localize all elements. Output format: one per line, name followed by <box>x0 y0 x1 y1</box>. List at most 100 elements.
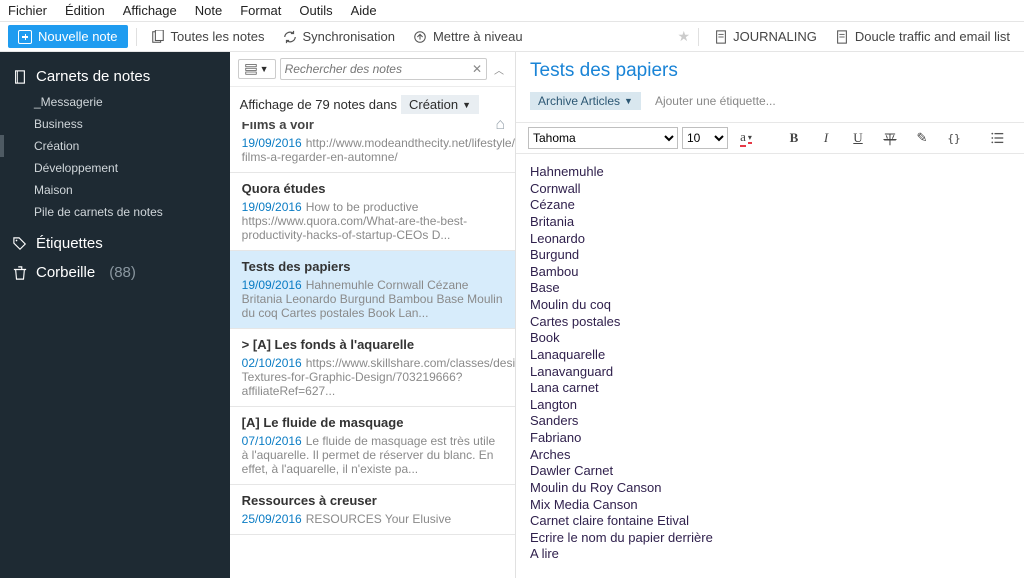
underline-button[interactable]: U <box>844 127 872 149</box>
note-item-title: Tests des papiers <box>242 259 503 274</box>
note-body-line: Dawler Carnet <box>530 463 1010 480</box>
notes-icon <box>151 29 166 44</box>
trash-header[interactable]: Corbeille (88) <box>0 258 230 287</box>
note-body-line: Lanavanguard <box>530 364 1010 381</box>
note-list-item[interactable]: Tests des papiers19/09/2016Hahnemuhle Co… <box>230 251 515 329</box>
note-list-item[interactable]: Quora études19/09/2016How to be producti… <box>230 173 515 251</box>
note-detail: Tests des papiers Archive Articles▼ Ajou… <box>516 52 1024 578</box>
note-body-line: Book <box>530 330 1010 347</box>
note-body-line: Ecrire le nom du papier derrière <box>530 530 1010 547</box>
search-input[interactable] <box>285 62 472 76</box>
shortcut-traffic[interactable]: Doucle traffic and email list <box>829 27 1016 46</box>
note-body-line: Fabriano <box>530 430 1010 447</box>
font-select[interactable]: Tahoma <box>528 127 678 149</box>
notebook-stack[interactable]: Pile de carnets de notes <box>0 201 230 223</box>
tag-icon <box>12 236 28 252</box>
clear-search-icon[interactable]: ✕ <box>472 62 482 76</box>
bold-button[interactable]: B <box>780 127 808 149</box>
note-icon <box>713 29 728 44</box>
add-tag[interactable]: Ajouter une étiquette... <box>655 94 776 108</box>
notebook-creation[interactable]: Création <box>0 135 230 157</box>
sync-icon <box>282 29 297 44</box>
view-mode-button[interactable]: ▼ <box>238 59 276 79</box>
upgrade-button[interactable]: Mettre à niveau <box>407 27 529 46</box>
menu-file[interactable]: Fichier <box>8 3 47 18</box>
size-select[interactable]: 10 <box>682 127 728 149</box>
menu-tools[interactable]: Outils <box>299 3 332 18</box>
note-list-item[interactable]: Films a voir19/09/2016http://www.modeand… <box>230 122 515 173</box>
collapse-icon[interactable]: ︿ <box>491 62 507 77</box>
notebooks-header[interactable]: Carnets de notes <box>0 62 230 91</box>
note-body-line: Arches <box>530 447 1010 464</box>
toolbar: Nouvelle note Toutes les notes Synchroni… <box>0 22 1024 52</box>
divider <box>698 28 699 46</box>
menu-note[interactable]: Note <box>195 3 222 18</box>
new-note-button[interactable]: Nouvelle note <box>8 25 128 48</box>
notebook-icon <box>12 69 28 85</box>
note-body-line: Cartes postales <box>530 314 1010 331</box>
note-body-line: Bambou <box>530 264 1010 281</box>
shortcut-journaling[interactable]: JOURNALING <box>707 27 823 46</box>
trash-icon <box>12 265 28 281</box>
star-icon[interactable]: ★ <box>678 28 691 45</box>
notebook-business[interactable]: Business <box>0 113 230 135</box>
note-body[interactable]: HahnemuhleCornwallCézaneBritaniaLeonardo… <box>516 154 1024 573</box>
note-item-title: Films a voir <box>242 122 503 132</box>
note-item-title: Ressources à creuser <box>242 493 503 508</box>
strike-button[interactable]: 平 <box>876 127 904 149</box>
italic-button[interactable]: I <box>812 127 840 149</box>
note-body-line: Burgund <box>530 247 1010 264</box>
note-item-title: [A] Le fluide de masquage <box>242 415 503 430</box>
note-body-line: Lanaquarelle <box>530 347 1010 364</box>
font-color-button[interactable]: a▾ <box>732 127 760 149</box>
menu-edit[interactable]: Édition <box>65 3 105 18</box>
note-list-item[interactable]: > [A] Les fonds à l'aquarelle02/10/2016h… <box>230 329 515 407</box>
note-body-line: Lana carnet <box>530 380 1010 397</box>
menu-bar: Fichier Édition Affichage Note Format Ou… <box>0 0 1024 22</box>
divider <box>136 28 137 46</box>
note-body-line: Cézane <box>530 197 1010 214</box>
note-tag[interactable]: Archive Articles▼ <box>530 92 641 110</box>
note-item-title: > [A] Les fonds à l'aquarelle <box>242 337 503 352</box>
note-icon <box>835 29 850 44</box>
list-summary: Affichage de 79 notes dans <box>240 97 397 112</box>
note-body-line: Moulin du coq <box>530 297 1010 314</box>
note-list-item[interactable]: Ressources à creuser25/09/2016RESOURCES … <box>230 485 515 535</box>
note-item-date: 19/09/2016 <box>242 200 302 214</box>
format-toolbar: Tahoma 10 a▾ B I U 平 ✎ {} <box>516 122 1024 154</box>
note-body-line: Hahnemuhle <box>530 164 1010 181</box>
note-body-line: A lire <box>530 546 1010 563</box>
highlight-button[interactable]: ✎ <box>908 127 936 149</box>
note-list-item[interactable]: [A] Le fluide de masquage07/10/2016Le fl… <box>230 407 515 485</box>
note-body-line: Langton <box>530 397 1010 414</box>
menu-format[interactable]: Format <box>240 3 281 18</box>
sidebar: Carnets de notes _Messagerie Business Cr… <box>0 52 230 578</box>
note-body-line: Carnet claire fontaine Etival <box>530 513 1010 530</box>
note-body-line: Britania <box>530 214 1010 231</box>
note-body-line: Moulin du Roy Canson <box>530 480 1010 497</box>
note-item-title: Quora études <box>242 181 503 196</box>
note-body-line: Sanders <box>530 413 1010 430</box>
filter-chip[interactable]: Création▼ <box>401 95 479 114</box>
tags-header[interactable]: Étiquettes <box>0 229 230 258</box>
menu-view[interactable]: Affichage <box>123 3 177 18</box>
search-input-wrap: ✕ <box>280 58 487 80</box>
code-button[interactable]: {} <box>940 127 968 149</box>
note-item-date: 19/09/2016 <box>242 278 302 292</box>
note-body-line: Leonardo <box>530 231 1010 248</box>
notebook-maison[interactable]: Maison <box>0 179 230 201</box>
note-title[interactable]: Tests des papiers <box>530 60 1010 82</box>
all-notes-button[interactable]: Toutes les notes <box>145 27 271 46</box>
menu-help[interactable]: Aide <box>351 3 377 18</box>
notebook-dev[interactable]: Développement <box>0 157 230 179</box>
note-body-line: Cornwall <box>530 181 1010 198</box>
note-item-date: 19/09/2016 <box>242 136 302 150</box>
new-note-label: Nouvelle note <box>38 29 118 44</box>
note-list-column: ▼ ✕ ︿ Affichage de 79 notes dans Créatio… <box>230 52 516 578</box>
notebook-messagerie[interactable]: _Messagerie <box>0 91 230 113</box>
plus-icon <box>18 30 32 44</box>
note-item-date: 02/10/2016 <box>242 356 302 370</box>
list-button[interactable] <box>984 127 1012 149</box>
trash-count: (88) <box>109 264 136 281</box>
sync-button[interactable]: Synchronisation <box>276 27 401 46</box>
